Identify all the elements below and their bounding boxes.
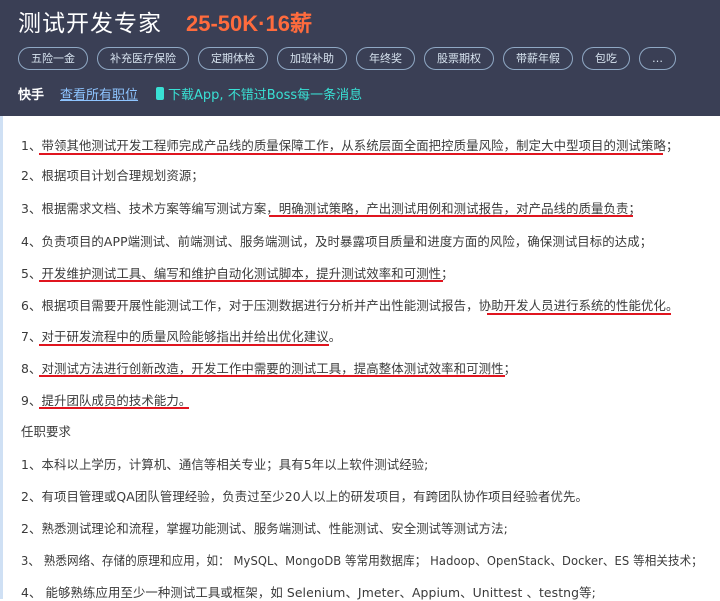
- duty-item: 1、带领其他测试开发工程师完成产品线的质量保障工作，从系统层面全面把控质量风险，…: [21, 138, 679, 153]
- requirement-item: 3、 熟悉网络、存储的原理和应用，如： MySQL、MongoDB 等常用数据库…: [21, 553, 703, 568]
- underline-mark: [39, 344, 329, 346]
- underline-mark: [39, 280, 443, 282]
- underline-mark: [39, 407, 189, 409]
- benefit-tag: 补充医疗保险: [97, 47, 189, 70]
- company-name[interactable]: 快手: [18, 84, 44, 103]
- benefit-tag: 五险一金: [18, 47, 88, 70]
- benefit-tag: 加班补助: [277, 47, 347, 70]
- title-row: 测试开发专家 25-50K·16薪: [18, 4, 312, 38]
- download-app-link[interactable]: 下载App, 不错过Boss每一条消息: [156, 84, 362, 103]
- underline-mark: [39, 375, 505, 377]
- requirement-item: 1、本科以上学历，计算机、通信等相关专业；具有5年以上软件测试经验;: [21, 457, 429, 472]
- benefit-tag: 包吃: [582, 47, 630, 70]
- duty-item: 7、对于研发流程中的质量风险能够指出并给出优化建议。: [21, 329, 342, 344]
- salary: 25-50K·16薪: [186, 11, 312, 36]
- job-title: 测试开发专家: [18, 11, 162, 37]
- underline-mark: [39, 153, 663, 155]
- benefit-tags: 五险一金 补充医疗保险 定期体检 加班补助 年终奖 股票期权 带薪年假 包吃 …: [18, 47, 685, 70]
- download-text: 下载App, 不错过Boss每一条消息: [168, 88, 363, 103]
- view-all-jobs-link[interactable]: 查看所有职位: [60, 84, 138, 103]
- duty-item: 2、根据项目计划合理规划资源；: [21, 168, 204, 183]
- phone-icon: [156, 87, 165, 100]
- benefit-tag: 带薪年假: [503, 47, 573, 70]
- duty-item: 6、根据项目需要开展性能测试工作，对于压测数据进行分析并产出性能测试报告，协助开…: [21, 298, 679, 313]
- duty-item: 4、负责项目的APP端测试、前端测试、服务端测试，及时暴露项目质量和进度方面的风…: [21, 234, 653, 249]
- company-links: 快手 查看所有职位 下载App, 不错过Boss每一条消息: [18, 84, 362, 103]
- requirement-item: 4、 能够熟练应用至少一种测试工具或框架，如 Selenium、Jmeter、A…: [21, 585, 596, 600]
- job-header: 测试开发专家 25-50K·16薪 五险一金 补充医疗保险 定期体检 加班补助 …: [0, 0, 720, 116]
- benefit-tag: 定期体检: [198, 47, 268, 70]
- job-description: 1、带领其他测试开发工程师完成产品线的质量保障工作，从系统层面全面把控质量风险，…: [0, 116, 720, 600]
- more-tags-button[interactable]: …: [639, 47, 676, 70]
- underline-mark: [269, 215, 633, 217]
- requirements-title: 任职要求: [21, 424, 71, 439]
- requirement-item: 2、熟悉测试理论和流程，掌握功能测试、服务端测试、性能测试、安全测试等测试方法;: [21, 521, 508, 536]
- benefit-tag: 年终奖: [356, 47, 415, 70]
- benefit-tag: 股票期权: [424, 47, 494, 70]
- requirement-item: 2、有项目管理或QA团队管理经验，负责过至少20人以上的研发项目，有跨团队协作项…: [21, 489, 588, 504]
- underline-mark: [487, 313, 671, 315]
